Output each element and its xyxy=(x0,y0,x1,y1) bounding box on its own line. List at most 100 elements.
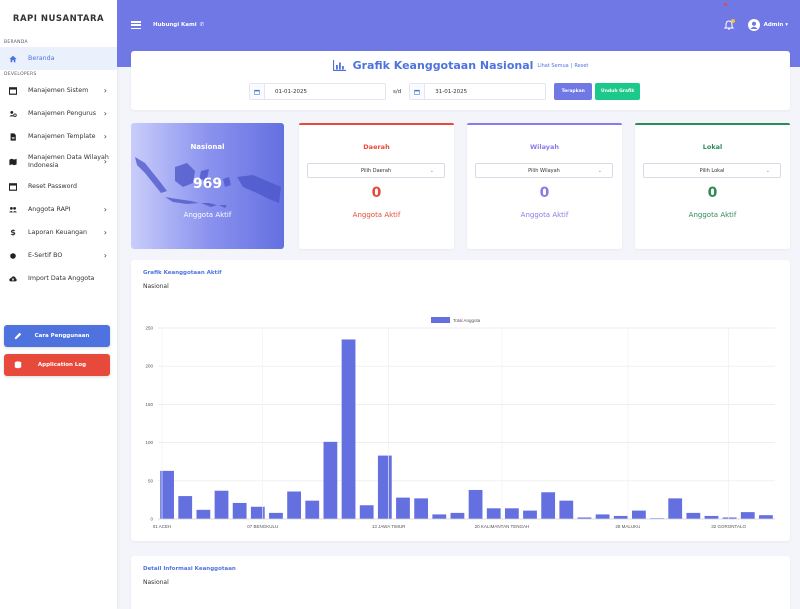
chart-bar xyxy=(269,512,283,519)
file-icon xyxy=(9,132,17,141)
x-tick-label: 13 JAWA TIMUR xyxy=(372,524,406,529)
chart-bar xyxy=(450,512,465,519)
legend-label: Total Anggota xyxy=(453,318,481,323)
reset-link[interactable]: Reset xyxy=(574,63,588,69)
database-icon xyxy=(12,361,24,369)
chart-bar xyxy=(178,496,193,519)
wilayah-card: Wilayah Pilih Wilayah ⌄ 0 Anggota Aktif xyxy=(467,123,622,249)
national-card: Nasional 969 Anggota Aktif xyxy=(131,123,284,249)
daerah-card: Daerah Pilih Daerah ⌄ 0 Anggota Aktif xyxy=(299,123,454,249)
chart-bar xyxy=(414,498,429,519)
membership-bar-chart: 0 50 100 150 200 250 01 ACEH 07 BENGKULU 13 JAWA… xyxy=(145,317,775,529)
chart-bar xyxy=(432,514,447,519)
chevron-right-icon: › xyxy=(103,132,107,141)
chevron-right-icon: › xyxy=(103,251,107,260)
chevron-right-icon: › xyxy=(103,86,107,95)
chevron-down-icon: ⌄ xyxy=(429,167,434,174)
avatar[interactable] xyxy=(747,19,760,31)
chart-bar xyxy=(377,455,392,519)
link-separator: | xyxy=(570,62,573,69)
chart-bar xyxy=(214,490,229,519)
chart-bar xyxy=(323,441,338,519)
user-menu[interactable]: Admin ▾ xyxy=(764,22,788,28)
chart-bar xyxy=(196,509,211,519)
guide-button[interactable]: Cara Penggunaan xyxy=(4,325,110,347)
x-tick-label: 28 MALUKU xyxy=(615,524,640,529)
date-from-field[interactable]: 01-01-2025 xyxy=(249,83,386,100)
sidebar-item-import-data[interactable]: Import Data Anggota xyxy=(0,267,117,290)
download-chart-button[interactable]: Unduh Grafik xyxy=(595,83,641,100)
national-count: 969 xyxy=(192,176,223,192)
y-tick-label: 50 xyxy=(148,478,154,483)
detail-card: Detail Informasi Keanggotaan Nasional xyxy=(131,556,790,609)
chart-bar xyxy=(704,515,719,519)
users-gear-icon xyxy=(9,110,17,118)
view-all-link[interactable]: Lihat Semua xyxy=(537,63,568,69)
chart-bar xyxy=(632,510,646,519)
chart-bar xyxy=(486,508,501,519)
national-subtitle: Anggota Aktif xyxy=(183,211,232,219)
lokal-card: Lokal Pilih Lokal ⌄ 0 Anggota Aktif xyxy=(635,123,790,249)
chart-bar xyxy=(595,514,610,519)
chart-bar xyxy=(740,512,755,519)
header-card: Grafik Keanggotaan Nasional Lihat Semua … xyxy=(131,51,790,110)
dollar-icon: $ xyxy=(10,228,16,237)
sidebar-item-label: Reset Password xyxy=(28,182,78,190)
card-count: 0 xyxy=(371,185,382,201)
sidebar-item-e-sertif[interactable]: E-Sertif BO › xyxy=(0,244,117,267)
chart-bar xyxy=(305,500,320,519)
sidebar-item-manajemen-template[interactable]: Manajemen Template › xyxy=(0,125,117,148)
wilayah-select[interactable]: Pilih Wilayah ⌄ xyxy=(475,163,613,178)
chart-bar xyxy=(468,489,483,519)
y-tick-label: 0 xyxy=(150,517,153,522)
calendar-icon xyxy=(250,84,265,99)
section-label-home: BERANDA xyxy=(4,40,28,45)
x-tick-label: 32 GORONTALO xyxy=(711,524,746,529)
apply-button[interactable]: Terapkan xyxy=(554,83,593,100)
date-to-field[interactable]: 31-01-2025 xyxy=(409,83,547,100)
card-count: 0 xyxy=(539,185,550,201)
chart-card: Grafik Keanggotaan Aktif Nasional 0 50 100… xyxy=(131,260,790,541)
chevron-down-icon: ⌄ xyxy=(765,167,770,174)
daerah-select[interactable]: Pilih Daerah ⌄ xyxy=(307,163,445,178)
y-tick-label: 100 xyxy=(145,440,153,445)
bell-icon[interactable] xyxy=(723,19,735,30)
sidebar-item-laporan-keuangan[interactable]: $ Laporan Keuangan › xyxy=(0,221,117,244)
card-subtitle: Anggota Aktif xyxy=(688,211,737,219)
sidebar-item-manajemen-pengurus[interactable]: Manajemen Pengurus › xyxy=(0,102,117,125)
contact-link[interactable]: Hubungi Kami ✆ xyxy=(153,22,204,28)
x-tick-label: 20 KALIMANTAN TENGAH xyxy=(475,524,530,529)
card-count: 0 xyxy=(707,185,718,201)
sidebar-item-manajemen-wilayah[interactable]: Manajemen Data Wilayah Indonesia › xyxy=(0,148,117,175)
chart-bar xyxy=(759,515,773,519)
chevron-right-icon: › xyxy=(103,157,107,166)
brand-title: RAPI NUSANTARA xyxy=(12,14,105,24)
card-label: Daerah xyxy=(363,143,390,151)
chart-bar xyxy=(396,497,410,519)
map-icon xyxy=(9,158,17,166)
chart-bar xyxy=(359,505,374,519)
chart-bar xyxy=(541,492,556,519)
chart-bar xyxy=(504,508,519,519)
legend-swatch xyxy=(431,317,450,323)
application-log-button[interactable]: Application Log xyxy=(4,354,110,376)
chart-bar xyxy=(686,512,701,519)
sidebar-item-anggota-rapi[interactable]: Anggota RAPI › xyxy=(0,198,117,221)
sidebar-item-manajemen-sistem[interactable]: Manajemen Sistem › xyxy=(0,79,117,102)
chevron-right-icon: › xyxy=(103,228,107,237)
sidebar-item-beranda[interactable]: Beranda xyxy=(0,47,117,70)
card-label: Wilayah xyxy=(529,143,560,151)
chart-bar xyxy=(341,339,356,519)
lokal-select[interactable]: Pilih Lokal ⌄ xyxy=(643,163,781,178)
sidebar-item-reset-password[interactable]: Reset Password xyxy=(0,175,117,198)
chart-bar xyxy=(559,500,574,519)
users-icon xyxy=(9,206,17,214)
chart-bar xyxy=(232,502,247,519)
detail-card-title: Detail Informasi Keanggotaan xyxy=(143,566,236,572)
cloud-upload-icon xyxy=(9,275,17,283)
detail-card-subtitle: Nasional xyxy=(143,579,169,586)
menu-toggle-icon[interactable] xyxy=(131,21,141,29)
phone-icon: ✆ xyxy=(199,22,205,28)
chevron-right-icon: › xyxy=(103,109,107,118)
chart-bar xyxy=(668,498,683,519)
